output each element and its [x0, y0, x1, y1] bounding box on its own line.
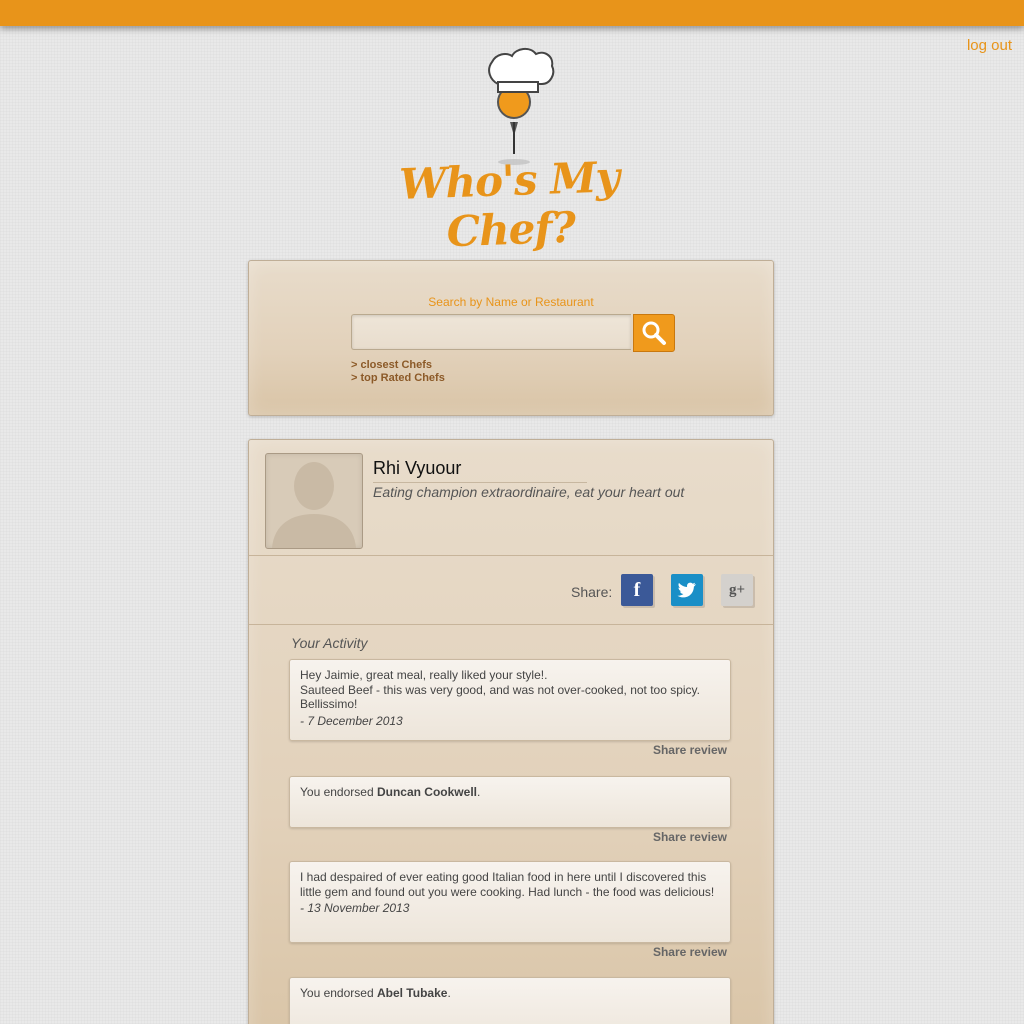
- google-plus-share-button[interactable]: g+: [721, 574, 753, 606]
- divider: [249, 624, 773, 625]
- activity-title: Your Activity: [291, 635, 368, 651]
- divider: [249, 555, 773, 556]
- activity-endorsement-card: You endorsed Duncan Cookwell.: [289, 776, 731, 828]
- search-panel: Search by Name or Restaurant > closest C…: [248, 260, 774, 416]
- logout-link[interactable]: log out: [967, 37, 1012, 54]
- chef-pin-icon: [488, 48, 555, 165]
- profile-name: Rhi Vyuour: [373, 458, 587, 483]
- activity-review-card: Hey Jaimie, great meal, really liked you…: [289, 659, 731, 741]
- google-plus-icon: g+: [728, 581, 746, 598]
- closest-chefs-link[interactable]: > closest Chefs: [351, 359, 432, 371]
- review-text: Hey Jaimie, great meal, really liked you…: [300, 668, 548, 682]
- search-input[interactable]: [351, 314, 631, 350]
- review-text: I had despaired of ever eating good Ital…: [300, 870, 715, 899]
- twitter-share-button[interactable]: [671, 574, 703, 606]
- endorsement-prefix: You endorsed: [300, 986, 377, 1000]
- avatar: [265, 453, 363, 549]
- user-silhouette-icon: [272, 462, 356, 548]
- review-text: Sauteed Beef - this was very good, and w…: [300, 682, 701, 712]
- brand-logo[interactable]: Who's My Chef?: [360, 44, 660, 256]
- brand-wordmark: Who's My Chef?: [398, 152, 620, 257]
- endorsement-suffix: .: [447, 986, 451, 1000]
- facebook-share-button[interactable]: f: [621, 574, 653, 606]
- facebook-icon: f: [633, 578, 641, 601]
- search-label: Search by Name or Restaurant: [428, 295, 594, 309]
- review-date: - 13 November 2013: [300, 901, 410, 915]
- top-rated-chefs-link[interactable]: > top Rated Chefs: [351, 372, 445, 384]
- profile-tagline: Eating champion extraordinaire, eat your…: [373, 484, 685, 500]
- search-button[interactable]: [633, 314, 675, 352]
- share-review-link[interactable]: Share review: [653, 945, 727, 959]
- endorsed-chef-name[interactable]: Abel Tubake: [377, 986, 447, 1000]
- search-icon: [642, 321, 666, 345]
- endorsement-prefix: You endorsed: [300, 785, 377, 799]
- endorsement-suffix: .: [476, 785, 481, 799]
- review-date: - 7 December 2013: [300, 713, 403, 728]
- activity-review-card: I had despaired of ever eating good Ital…: [289, 861, 731, 943]
- share-label: Share:: [571, 584, 613, 600]
- profile-panel: Rhi Vyuour Eating champion extraordinair…: [248, 439, 774, 1024]
- share-review-link[interactable]: Share review: [653, 830, 727, 844]
- top-bar: [0, 0, 1024, 26]
- share-review-link[interactable]: Share review: [653, 743, 727, 757]
- twitter-icon: [677, 582, 696, 598]
- activity-endorsement-card: You endorsed Abel Tubake.: [289, 977, 731, 1024]
- endorsed-chef-name[interactable]: Duncan Cookwell: [377, 785, 477, 799]
